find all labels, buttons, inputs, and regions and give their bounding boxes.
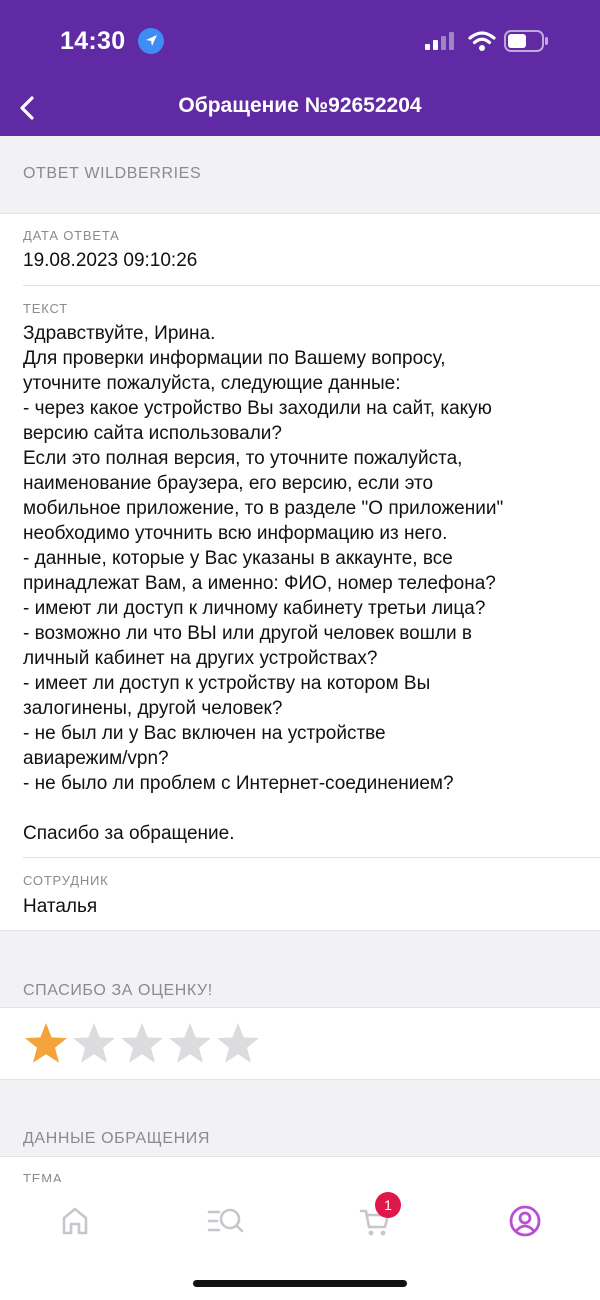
star-icon[interactable]	[118, 1020, 166, 1068]
location-icon	[138, 28, 164, 54]
star-icon[interactable]	[22, 1020, 70, 1068]
divider	[23, 857, 600, 858]
text-line: - данные, которые у Вас указаны в аккаун…	[23, 548, 453, 569]
text-line: мобильное приложение, то в разделе "О пр…	[23, 498, 504, 519]
answer-section-header: ОТВЕТ WILDBERRIES	[0, 136, 600, 214]
text-line: необходимо уточнить всю информацию из не…	[23, 523, 448, 544]
cellular-signal-icon	[425, 32, 454, 50]
text-line: принадлежат Вам, а именно: ФИО, номер те…	[23, 573, 496, 594]
text-line: наименование браузера, его версию, если …	[23, 473, 434, 494]
status-bar: 14:30	[0, 0, 600, 80]
answer-text: Здравствуйте, Ирина. Для проверки информ…	[23, 321, 583, 846]
text-label: ТЕКСТ	[23, 301, 68, 316]
wifi-icon	[468, 31, 496, 51]
request-section-header: ДАННЫЕ ОБРАЩЕНИЯ	[0, 1080, 600, 1156]
star-icon[interactable]	[70, 1020, 118, 1068]
text-line: версию сайта использовали?	[23, 423, 282, 444]
cart-badge: 1	[375, 1192, 401, 1218]
rating-section-header: СПАСИБО ЗА ОЦЕНКУ!	[0, 931, 600, 1008]
star-icon[interactable]	[166, 1020, 214, 1068]
text-line: - имеют ли доступ к личному кабинету тре…	[23, 598, 486, 619]
employee-label: СОТРУДНИК	[23, 873, 109, 888]
home-indicator	[193, 1280, 407, 1287]
text-line	[23, 796, 583, 821]
text-line: уточните пожалуйста, следующие данные:	[23, 373, 401, 394]
rating-section-title: СПАСИБО ЗА ОЦЕНКУ!	[23, 982, 213, 999]
request-section-title: ДАННЫЕ ОБРАЩЕНИЯ	[23, 1130, 210, 1147]
catalog-search-icon[interactable]	[207, 1204, 245, 1238]
employee-value: Наталья	[23, 896, 98, 917]
divider	[23, 285, 600, 286]
battery-icon	[504, 30, 548, 52]
status-time: 14:30	[60, 27, 126, 55]
rating-stars[interactable]	[22, 1020, 262, 1068]
date-value: 19.08.2023 09:10:26	[23, 250, 198, 271]
text-line: - имеет ли доступ к устройству на которо…	[23, 673, 431, 694]
nav-bar: Обращение №92652204	[0, 80, 600, 136]
text-line: - не был ли у Вас включен на устройстве	[23, 723, 386, 744]
profile-icon[interactable]	[508, 1204, 542, 1238]
page-title: Обращение №92652204	[178, 94, 422, 117]
text-line: личный кабинет на других устройствах?	[23, 648, 378, 669]
text-line: Спасибо за обращение.	[23, 823, 235, 844]
text-line: авиарежим/vpn?	[23, 748, 169, 769]
text-line: - через какое устройство Вы заходили на …	[23, 398, 492, 419]
date-label: ДАТА ОТВЕТА	[23, 228, 120, 243]
home-icon[interactable]	[58, 1204, 92, 1238]
text-line: - не было ли проблем с Интернет-соединен…	[23, 773, 454, 794]
text-line: - возможно ли что ВЫ или другой человек …	[23, 623, 473, 644]
answer-section-title: ОТВЕТ WILDBERRIES	[23, 165, 202, 182]
text-line: залогинены, другой человек?	[23, 698, 283, 719]
answer-card: ДАТА ОТВЕТА 19.08.2023 09:10:26 ТЕКСТ Зд…	[0, 214, 600, 930]
app-header: 14:30 Обращение №92652204	[0, 0, 600, 136]
text-line: Здравствуйте, Ирина.	[23, 323, 216, 344]
text-line: Если это полная версия, то уточните пожа…	[23, 448, 463, 469]
star-icon[interactable]	[214, 1020, 262, 1068]
text-line: Для проверки информации по Вашему вопрос…	[23, 348, 446, 369]
